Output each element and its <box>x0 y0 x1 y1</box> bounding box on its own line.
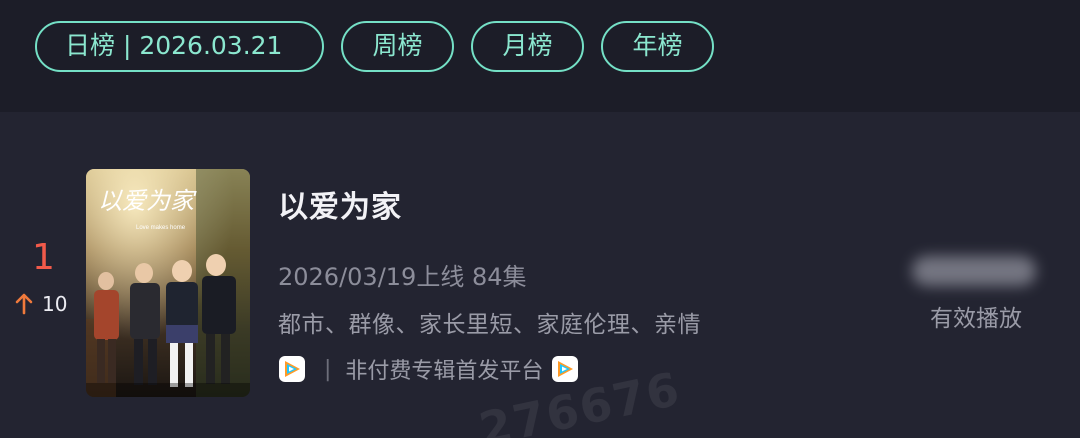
platform-row: | 非付费专辑首发平台 <box>278 353 579 385</box>
poster-title: 以爱为家 <box>98 187 197 215</box>
ranking-tabs: 日榜 | 2026.03.21 周榜 月榜 年榜 <box>35 21 714 72</box>
top-bar: 日榜 | 2026.03.21 周榜 月榜 年榜 <box>0 0 1080 112</box>
tab-monthly[interactable]: 月榜 <box>471 21 584 72</box>
stat-label: 有效播放 <box>930 306 1022 332</box>
separator: | <box>324 356 332 382</box>
tencent-video-icon <box>279 356 305 382</box>
rank-change-value: 10 <box>42 292 68 316</box>
drama-title[interactable]: 以爱为家 <box>278 182 402 226</box>
tencent-video-icon <box>552 356 579 382</box>
poster-subtitle: Love makes home <box>136 225 186 231</box>
ranking-entry-card[interactable]: 1 10 以爱为家 Love makes home 以爱为家 2026/03/1… <box>0 112 1080 438</box>
tab-daily[interactable]: 日榜 | 2026.03.21 <box>35 21 324 72</box>
poster-image: 以爱为家 Love makes home <box>86 169 250 397</box>
drama-poster[interactable]: 以爱为家 Love makes home <box>86 169 250 397</box>
tab-weekly[interactable]: 周榜 <box>341 21 454 72</box>
arrow-up-icon <box>15 293 33 315</box>
rank-number: 1 <box>32 237 55 278</box>
platform-text: 非付费专辑首发平台 <box>345 359 544 384</box>
release-info: 2026/03/19上线 84集 <box>278 263 527 291</box>
play-count-blurred <box>912 256 1036 286</box>
tab-yearly[interactable]: 年榜 <box>601 21 714 72</box>
genre-tags: 都市、群像、家长里短、家庭伦理、亲情 <box>278 312 701 338</box>
rank-trend: 10 <box>14 292 67 316</box>
